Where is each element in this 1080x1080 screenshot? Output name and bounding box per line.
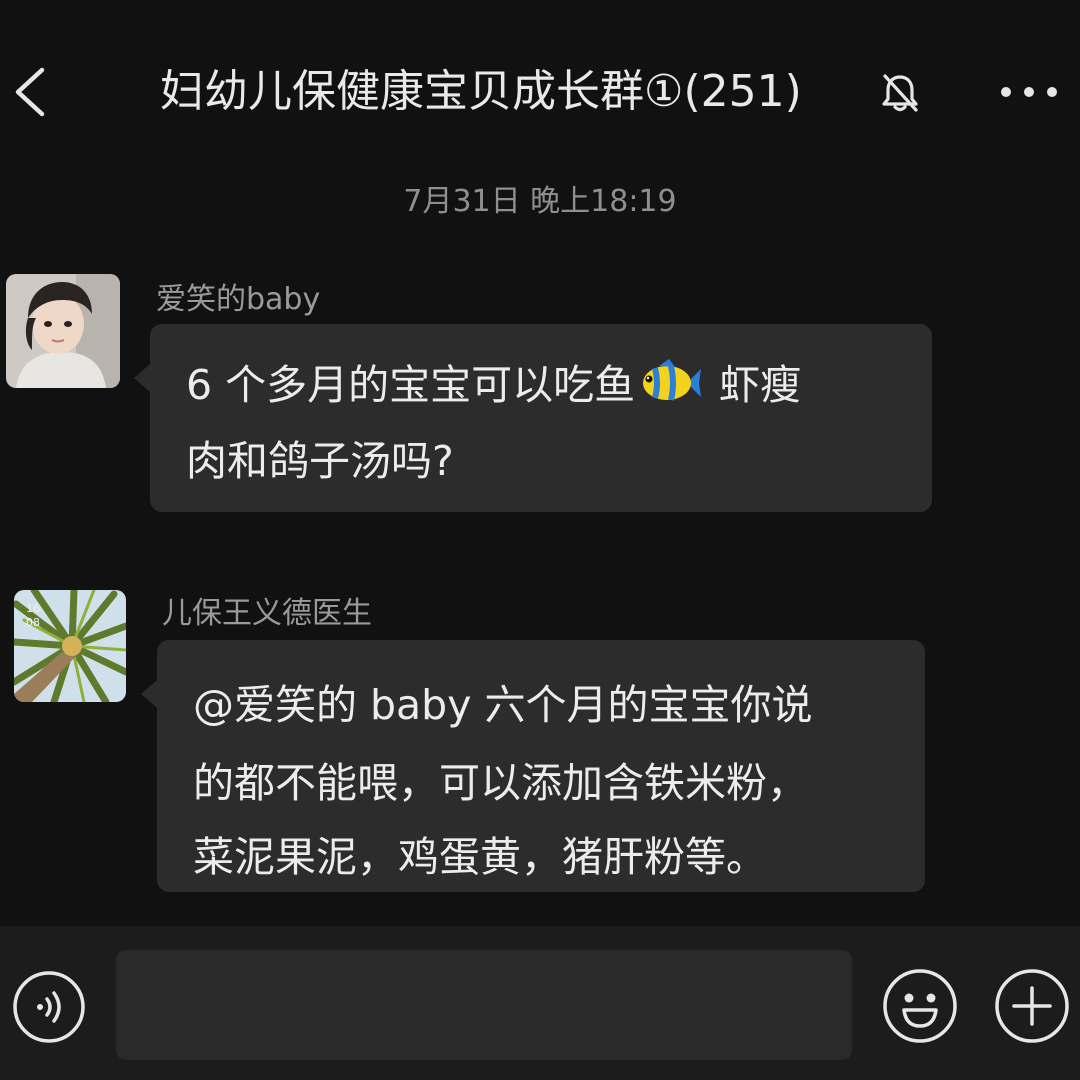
palm-tree-photo-avatar: 16 08 xyxy=(14,590,126,702)
message-line: 肉和鸽子汤吗? xyxy=(186,437,454,485)
smiley-icon xyxy=(883,969,957,1043)
chat-header: 妇幼儿保健康宝贝成长群①(251) xyxy=(0,0,1080,180)
message-bubble[interactable]: 6 个多月的宝宝可以吃鱼 虾瘦 肉和鸽子汤吗? xyxy=(134,324,932,512)
message-text: 6 个多月的宝宝可以吃鱼 xyxy=(186,361,636,409)
message-line: 菜泥果泥，鸡蛋黄，猪肝粉等。 xyxy=(193,833,767,881)
message-bubble[interactable]: @爱笑的 baby 六个月的宝宝你说 的都不能喂，可以添加含铁米粉， 菜泥果泥，… xyxy=(141,640,925,892)
message-line: 的都不能喂，可以添加含铁米粉， xyxy=(193,759,808,807)
girl-photo-avatar xyxy=(6,274,120,388)
more-dots-icon xyxy=(1001,87,1057,97)
sender-name: 儿保王义德医生 xyxy=(162,596,372,631)
svg-text:08: 08 xyxy=(26,616,40,629)
tropical-fish-icon xyxy=(641,356,702,404)
plus-icon xyxy=(995,969,1069,1043)
svg-text:16: 16 xyxy=(26,602,40,615)
chat-title: 妇幼儿保健康宝贝成长群①(251) xyxy=(160,66,802,117)
avatar[interactable]: 16 08 xyxy=(14,590,126,702)
plus-button[interactable] xyxy=(994,968,1070,1044)
message-timestamp: 7月31日 晚上18:19 xyxy=(403,184,677,219)
voice-button[interactable] xyxy=(12,970,86,1044)
avatar[interactable] xyxy=(6,274,120,388)
bell-off-icon xyxy=(880,72,920,114)
message-line: 6 个多月的宝宝可以吃鱼 虾瘦 xyxy=(186,348,801,422)
back-button[interactable] xyxy=(8,62,52,122)
more-button[interactable] xyxy=(998,74,1060,110)
emoji-button[interactable] xyxy=(882,968,958,1044)
message-text: 虾瘦 xyxy=(719,361,802,409)
message-line: @爱笑的 baby 六个月的宝宝你说 xyxy=(193,681,813,729)
message-input[interactable] xyxy=(116,950,852,1060)
sender-name: 爱笑的baby xyxy=(156,282,321,317)
voice-icon xyxy=(13,971,85,1043)
chevron-left-icon xyxy=(15,67,45,117)
